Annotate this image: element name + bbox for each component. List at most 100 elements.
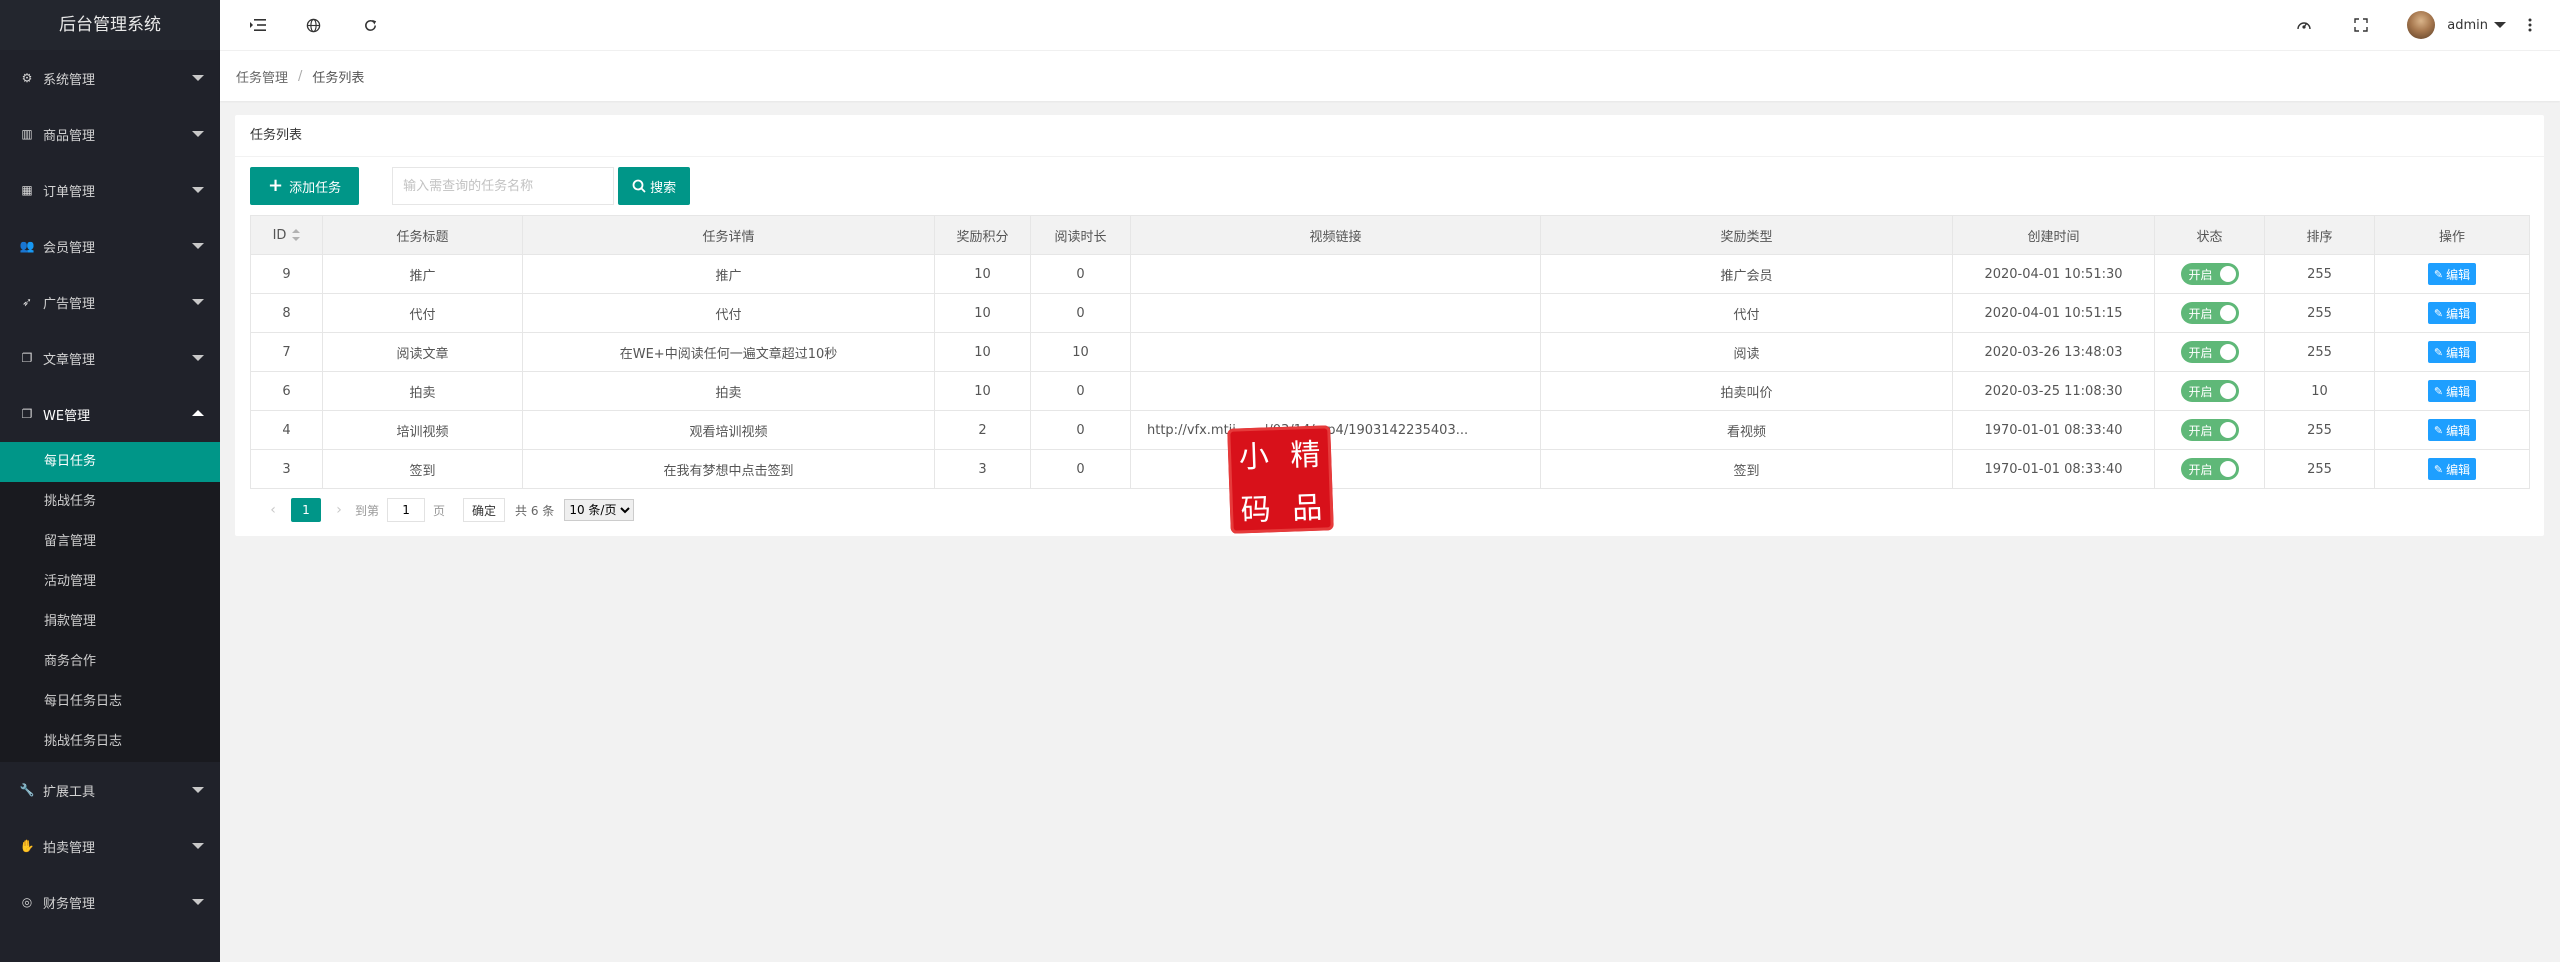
status-toggle[interactable]: 开启 — [2180, 263, 2239, 285]
edit-button[interactable]: ✎ 编辑 — [2427, 458, 2477, 480]
search-button[interactable]: 搜索 — [618, 167, 691, 205]
sidebar-item-finance[interactable]: ◎ 财务管理 — [0, 874, 220, 930]
sidebar-item-system[interactable]: ⚙ 系统管理 — [0, 50, 220, 106]
search-input[interactable] — [392, 167, 615, 205]
cell-status: 开启 — [2154, 449, 2265, 489]
toolbar: + 添加任务 搜索 — [250, 167, 691, 205]
chevron-down-icon — [192, 187, 204, 193]
add-task-button[interactable]: + 添加任务 — [250, 167, 360, 205]
breadcrumb-current: 任务列表 — [312, 70, 365, 86]
app-title: 后台管理系统 — [0, 0, 220, 50]
cell-reward-type: 拍卖叫价 — [1540, 371, 1953, 411]
globe-icon[interactable] — [302, 14, 324, 36]
sidebar-item-label: 系统管理 — [43, 72, 96, 88]
cell-video-link — [1130, 293, 1541, 333]
sidebar-item-members[interactable]: 👥 会员管理 — [0, 218, 220, 274]
cell-sort: 255 — [2264, 254, 2375, 294]
status-toggle[interactable]: 开启 — [2180, 380, 2239, 402]
sidebar-item-orders[interactable]: ▦ 订单管理 — [0, 162, 220, 218]
edit-button[interactable]: ✎ 编辑 — [2427, 341, 2477, 363]
sidebar-item-we[interactable]: ❐ WE管理 — [0, 386, 220, 442]
sort-icon[interactable] — [292, 229, 301, 241]
sidebar-subitem-messages[interactable]: 留言管理 — [0, 522, 220, 562]
cell-title: 签到 — [322, 449, 523, 489]
table-row: 9 推广 推广 10 0 推广会员 2020-04-01 10:51:30 开启 255 ✎ 编辑 — [250, 254, 2530, 294]
chevron-down-icon — [192, 131, 204, 137]
prev-page-icon[interactable]: ‹ — [265, 502, 281, 518]
cell-id: 4 — [250, 410, 323, 450]
status-toggle[interactable]: 开启 — [2180, 302, 2239, 324]
sidebar-subitem-daily-task-log[interactable]: 每日任务日志 — [0, 682, 220, 722]
cell-detail: 观看培训视频 — [522, 410, 935, 450]
cell-status: 开启 — [2154, 293, 2265, 333]
status-label: 开启 — [2188, 267, 2213, 282]
next-page-icon[interactable]: › — [331, 502, 347, 518]
cell-points: 10 — [934, 332, 1031, 372]
breadcrumb-parent[interactable]: 任务管理 — [236, 67, 288, 86]
cell-created-time: 2020-04-01 10:51:15 — [1952, 293, 2155, 333]
refresh-icon[interactable] — [359, 14, 381, 36]
cell-detail: 推广 — [522, 254, 935, 294]
toggle-knob — [2219, 383, 2236, 399]
theme-icon[interactable] — [2293, 14, 2315, 36]
sidebar-item-label: WE管理 — [43, 408, 91, 424]
rocket-icon: ➶ — [21, 295, 33, 309]
cell-reward-type: 推广会员 — [1540, 254, 1953, 294]
chevron-down-icon — [192, 243, 204, 249]
page-1[interactable]: 1 — [291, 498, 321, 522]
column-header: 操作 — [2374, 215, 2530, 255]
status-toggle[interactable]: 开启 — [2180, 419, 2239, 441]
sidebar-item-label: 文章管理 — [43, 352, 96, 368]
more-vertical-icon[interactable] — [2519, 14, 2541, 36]
column-header: 奖励类型 — [1540, 215, 1953, 255]
cell-read-time: 0 — [1030, 371, 1131, 411]
pencil-icon: ✎ — [2433, 462, 2444, 476]
chevron-down-icon — [2494, 22, 2506, 28]
sidebar-item-tools[interactable]: 🔧 扩展工具 — [0, 762, 220, 818]
cell-sort: 255 — [2264, 293, 2375, 333]
sidebar-subitem-activities[interactable]: 活动管理 — [0, 562, 220, 602]
avatar — [2407, 11, 2436, 39]
toggle-knob — [2219, 422, 2236, 438]
sidebar-item-label: 扩展工具 — [43, 784, 96, 800]
edit-button[interactable]: ✎ 编辑 — [2427, 263, 2477, 285]
edit-label: 编辑 — [2446, 423, 2471, 438]
sidebar-item-goods[interactable]: ▥ 商品管理 — [0, 106, 220, 162]
status-toggle[interactable]: 开启 — [2180, 458, 2239, 480]
sidebar-subitem-business[interactable]: 商务合作 — [0, 642, 220, 682]
sidebar-item-auction[interactable]: ✋ 拍卖管理 — [0, 818, 220, 874]
column-header-id[interactable]: ID — [250, 215, 323, 255]
cell-reward-type: 看视频 — [1540, 410, 1953, 450]
cell-video-link: http://vfx.mtii... ...'/03/14/mp4/190314… — [1130, 410, 1541, 450]
pencil-icon: ✎ — [2433, 345, 2444, 359]
status-toggle[interactable]: 开启 — [2180, 341, 2239, 363]
sidebar-item-articles[interactable]: ❐ 文章管理 — [0, 330, 220, 386]
cell-points: 3 — [934, 449, 1031, 489]
cell-read-time: 10 — [1030, 332, 1131, 372]
goto-confirm-button[interactable]: 确定 — [463, 498, 506, 522]
watermark-char: 品 — [1291, 490, 1323, 527]
user-menu[interactable]: admin — [2407, 11, 2506, 39]
pencil-icon: ✎ — [2433, 267, 2444, 281]
copy-icon: ❐ — [21, 351, 33, 365]
sidebar-subitem-challenge-task-log[interactable]: 挑战任务日志 — [0, 722, 220, 762]
sidebar-subitem-daily-tasks[interactable]: 每日任务 — [0, 442, 220, 482]
cell-sort: 255 — [2264, 410, 2375, 450]
cell-video-link — [1130, 449, 1541, 489]
chevron-down-icon — [192, 299, 204, 305]
copy-icon: ❐ — [21, 407, 33, 421]
users-icon: 👥 — [19, 239, 35, 253]
cell-detail: 在我有梦想中点击签到 — [522, 449, 935, 489]
sidebar-subitem-challenge-tasks[interactable]: 挑战任务 — [0, 482, 220, 522]
goto-page-input[interactable] — [387, 498, 426, 522]
column-header: 任务详情 — [522, 215, 935, 255]
fullscreen-icon[interactable] — [2350, 14, 2372, 36]
edit-button[interactable]: ✎ 编辑 — [2427, 419, 2477, 441]
sidebar-subitem-donations[interactable]: 捐款管理 — [0, 602, 220, 642]
page-size-select[interactable]: 10 条/页 — [564, 499, 635, 521]
edit-button[interactable]: ✎ 编辑 — [2427, 380, 2477, 402]
cell-status: 开启 — [2154, 410, 2265, 450]
edit-button[interactable]: ✎ 编辑 — [2427, 302, 2477, 324]
menu-collapse-icon[interactable] — [247, 14, 269, 36]
sidebar-item-ads[interactable]: ➶ 广告管理 — [0, 274, 220, 330]
